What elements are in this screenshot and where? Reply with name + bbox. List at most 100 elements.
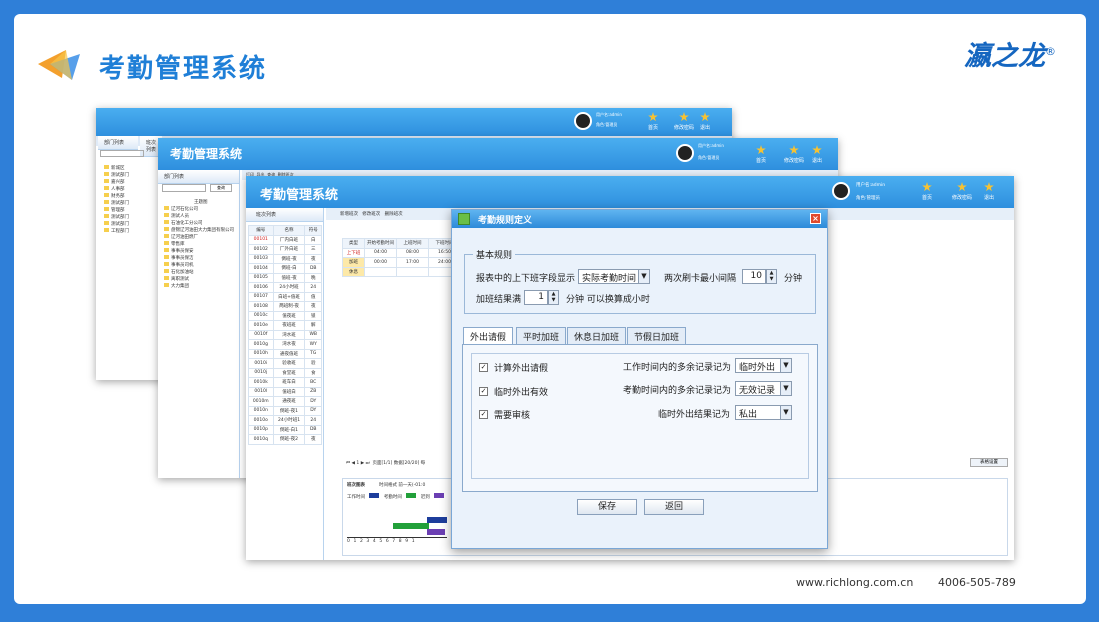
stepper-arrows-icon[interactable]: ▲ ▼ bbox=[766, 269, 777, 284]
temp-out-checkbox[interactable]: ✓ bbox=[479, 387, 488, 396]
overtime-stepper[interactable]: 1 ▲ ▼ bbox=[524, 290, 559, 305]
table-row[interactable]: 00108 两班制-夜夜 bbox=[248, 301, 322, 312]
tree-item[interactable]: 石油化工分公司 bbox=[164, 220, 234, 227]
tree-root[interactable]: 王题图 bbox=[164, 199, 234, 206]
table-row[interactable]: 0010j 食堂班食 bbox=[248, 367, 322, 378]
tree-item[interactable]: 测试人员 bbox=[164, 213, 234, 220]
temp-out-result-select[interactable]: 私出 ▼ bbox=[735, 405, 792, 420]
tree-item[interactable]: 工程部门 bbox=[104, 228, 129, 235]
table-row[interactable]: 0010l 值班白 ZB bbox=[248, 386, 322, 397]
display-field-select[interactable]: 实际考勤时间 ▼ bbox=[578, 269, 650, 284]
table-row[interactable]: 00101 厂内白班白 bbox=[248, 234, 322, 245]
interval-stepper[interactable]: 10 ▲ ▼ bbox=[742, 269, 777, 284]
table-row[interactable]: 0010p 倒班-白1 DB bbox=[248, 424, 322, 435]
table-row[interactable]: 00106 24小时班 24 bbox=[248, 282, 322, 293]
add-shift-button[interactable]: 新增班次 bbox=[340, 212, 358, 217]
stepper-arrows-icon[interactable]: ▲ ▼ bbox=[548, 290, 559, 305]
back-home-button[interactable]: 首页 bbox=[648, 112, 658, 131]
tree-item[interactable]: 辽河油田燃厂 bbox=[164, 234, 234, 241]
col-name[interactable]: 名称 bbox=[272, 225, 306, 236]
table-row[interactable]: 0010i 验收班验 bbox=[248, 358, 322, 369]
table-row[interactable]: 0010o 24小时班1 24 bbox=[248, 415, 322, 426]
chart-bar-attend bbox=[393, 523, 429, 529]
tab-leave[interactable]: 外出请假 bbox=[463, 327, 514, 345]
tab-weekday-overtime[interactable]: 平时加班 bbox=[516, 327, 567, 344]
tree-item[interactable]: 新城区 bbox=[104, 165, 129, 172]
table-row[interactable]: 0010m 通夜班 DY bbox=[248, 396, 322, 407]
shift-symbol-cell: 24 bbox=[304, 282, 322, 293]
col-symbol[interactable]: 符号 bbox=[304, 225, 322, 236]
tree-item[interactable]: 石化加油站 bbox=[164, 269, 234, 276]
table-row[interactable]: 加班 00:00 17:00 24:00 bbox=[342, 257, 461, 268]
back-side-tab[interactable]: 部门列表 bbox=[98, 136, 138, 150]
need-review-checkbox[interactable]: ✓ bbox=[479, 410, 488, 419]
tree-item[interactable]: 人事部 bbox=[104, 186, 129, 193]
tree-item[interactable]: 测试部门 bbox=[104, 214, 129, 221]
shift-name-cell: 厂外白班 bbox=[272, 244, 306, 255]
tab-holiday-overtime[interactable]: 节假日加班 bbox=[627, 327, 687, 344]
table-row[interactable]: 00102 厂外白班三 bbox=[248, 244, 322, 255]
calc-leave-checkbox[interactable]: ✓ bbox=[479, 363, 488, 372]
mid-search-input[interactable] bbox=[162, 184, 206, 192]
delete-shift-button[interactable]: 删除班次 bbox=[385, 212, 403, 217]
tree-item[interactable]: 财务部 bbox=[104, 193, 129, 200]
tree-item[interactable]: 大力集团 bbox=[164, 283, 234, 290]
chart-axis-labels: 01234567891 bbox=[347, 539, 418, 544]
front-home-button[interactable]: 首页 bbox=[922, 182, 932, 201]
display-field-value: 实际考勤时间 bbox=[582, 274, 637, 284]
shift-name-cell: 食堂班 bbox=[272, 367, 306, 378]
table-settings-button[interactable]: 表格设置 bbox=[970, 458, 1008, 467]
front-side-tab[interactable]: 班次列表 bbox=[246, 208, 323, 222]
table-row[interactable]: 0010q 倒班-夜2 夜 bbox=[248, 434, 322, 445]
front-logout-button[interactable]: 退出 bbox=[984, 182, 994, 201]
tree-item[interactable]: 离职测试 bbox=[164, 276, 234, 283]
tree-item[interactable]: 事事员保洁 bbox=[164, 255, 234, 262]
work-extra-select[interactable]: 临时外出 ▼ bbox=[735, 358, 792, 373]
pager-first-icon[interactable]: ⏮ ◀ bbox=[346, 461, 355, 466]
tree-item[interactable]: 盘锦辽河油田大力集团有限公司 bbox=[164, 227, 234, 234]
mid-home-button[interactable]: 首页 bbox=[756, 145, 766, 164]
save-button[interactable]: 保存 bbox=[577, 499, 637, 515]
table-row[interactable]: 00103 倒班-夜夜 bbox=[248, 253, 322, 264]
col-code[interactable]: 编号 bbox=[248, 225, 274, 236]
table-row[interactable]: 0010f 湾水班 WB bbox=[248, 329, 322, 340]
table-row[interactable]: 0010k 班车白 BC bbox=[248, 377, 322, 388]
mid-password-button[interactable]: 修改密码 bbox=[784, 145, 804, 164]
tree-item[interactable]: 管理部 bbox=[104, 207, 129, 214]
back-password-button[interactable]: 修改密码 bbox=[674, 112, 694, 131]
back-button[interactable]: 返回 bbox=[644, 499, 704, 515]
table-row[interactable]: 0010c 值夜班锁 bbox=[248, 310, 322, 321]
table-row[interactable]: 0010n 倒班-夜1 DY bbox=[248, 405, 322, 416]
tree-item[interactable]: 测试部门 bbox=[104, 172, 129, 179]
table-row[interactable]: 0010e 夜班班解 bbox=[248, 320, 322, 331]
pager-next-icon[interactable]: ▶ ⏭ bbox=[361, 461, 370, 466]
table-row[interactable]: 00107 白班+值班值 bbox=[248, 291, 322, 302]
back-logout-button[interactable]: 退出 bbox=[700, 112, 710, 131]
attend-extra-select[interactable]: 无效记录 ▼ bbox=[735, 381, 792, 396]
tree-item[interactable]: 嘉兴部 bbox=[104, 179, 129, 186]
table-row[interactable]: 00105 值班-夜晚 bbox=[248, 272, 322, 283]
close-icon[interactable]: × bbox=[810, 213, 821, 224]
mid-tree: 王题图 辽河石化公司 测试人员 石油化工分公司 盘锦辽河油田大力集团有限公司 辽… bbox=[158, 196, 240, 293]
tree-item[interactable]: 零售库 bbox=[164, 241, 234, 248]
tree-item[interactable]: 测试部门 bbox=[104, 200, 129, 207]
edit-shift-button[interactable]: 修改班次 bbox=[362, 212, 380, 217]
mid-logout-button[interactable]: 退出 bbox=[812, 145, 822, 164]
shift-name-cell: 24小时班 bbox=[272, 282, 306, 293]
table-row[interactable]: 00104 倒班-白 DB bbox=[248, 263, 322, 274]
table-row[interactable]: 休息 bbox=[342, 266, 461, 277]
tree-item[interactable]: 事事员保安 bbox=[164, 248, 234, 255]
mid-search-button[interactable]: 查询 bbox=[210, 184, 232, 192]
table-row[interactable]: 上下班 04:00 08:00 16:50 bbox=[342, 247, 461, 258]
table-row[interactable]: 0010h 通夜值班 TG bbox=[248, 348, 322, 359]
tree-item[interactable]: 事事员司机 bbox=[164, 262, 234, 269]
shift-code-cell: 0010j bbox=[248, 367, 274, 378]
table-row[interactable]: 0010g 湾水夜 WY bbox=[248, 339, 322, 350]
tab-restday-overtime[interactable]: 休息日加班 bbox=[567, 327, 627, 344]
tree-item[interactable]: 辽河石化公司 bbox=[164, 206, 234, 213]
chart-tab[interactable]: 班次图表 bbox=[347, 482, 365, 488]
tree-item[interactable]: 测试部门 bbox=[104, 221, 129, 228]
mid-side-tab[interactable]: 部门列表 bbox=[158, 170, 239, 184]
back-search-input[interactable] bbox=[100, 150, 144, 157]
front-password-button[interactable]: 修改密码 bbox=[952, 182, 972, 201]
